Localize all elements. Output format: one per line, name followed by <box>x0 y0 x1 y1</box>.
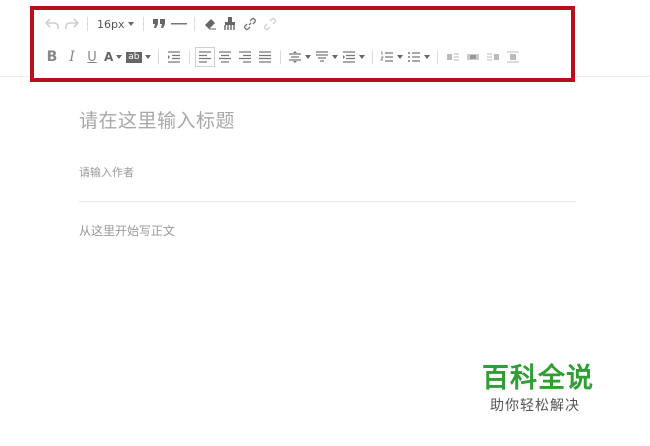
eraser-icon <box>204 19 216 30</box>
indent-icon <box>167 51 180 63</box>
toolbar-separator <box>87 17 88 31</box>
float-none-button[interactable] <box>503 47 523 67</box>
quote-button[interactable] <box>149 14 169 34</box>
toolbar-separator <box>436 50 438 64</box>
quote-icon <box>152 19 165 28</box>
body-input[interactable]: 从这里开始写正文 <box>79 222 175 239</box>
chevron-down-icon <box>358 55 365 59</box>
unordered-list-dropdown[interactable] <box>405 47 432 67</box>
float-center-icon <box>466 54 479 60</box>
float-center-button[interactable] <box>463 47 483 67</box>
unlink-button[interactable] <box>260 14 280 34</box>
background-color-icon: ab <box>126 51 142 63</box>
eraser-button[interactable] <box>200 14 220 34</box>
undo-icon <box>45 18 59 29</box>
bold-icon: B <box>46 49 58 65</box>
toolbar-separator <box>193 17 195 31</box>
editor-page: 16px B I U A ab 请在这里输入标题 请输入作者 从这里开始写正文 … <box>0 0 650 446</box>
redo-icon <box>65 18 79 29</box>
italic-icon: I <box>69 49 75 65</box>
chevron-down-icon <box>396 55 403 59</box>
align-left-icon <box>198 51 211 63</box>
paragraph-spacing-icon <box>315 51 328 62</box>
unlink-icon <box>263 17 276 31</box>
chevron-down-icon <box>423 55 430 59</box>
align-center-button[interactable] <box>215 47 235 67</box>
toolbar-separator <box>157 50 159 64</box>
watermark-subtitle: 助你轻松解决 <box>490 398 580 414</box>
editor-toolbar: 16px B I U A ab <box>30 6 575 82</box>
format-brush-button[interactable] <box>220 14 240 34</box>
ordered-list-icon <box>379 51 393 62</box>
underline-button[interactable]: U <box>82 47 102 67</box>
heading-dropdown[interactable] <box>340 47 367 67</box>
align-right-button[interactable] <box>235 47 255 67</box>
toolbar-separator <box>279 50 281 64</box>
italic-button[interactable]: I <box>62 47 82 67</box>
float-right-button[interactable] <box>483 47 503 67</box>
float-right-icon <box>486 53 499 61</box>
link-icon <box>243 17 256 31</box>
align-center-icon <box>218 51 231 63</box>
font-size-dropdown[interactable]: 16px <box>93 14 138 34</box>
float-left-icon <box>446 53 459 61</box>
author-input[interactable]: 请输入作者 <box>79 164 134 180</box>
align-justify-button[interactable] <box>255 47 275 67</box>
font-color-dropdown[interactable]: A <box>102 47 124 67</box>
underline-icon: U <box>87 49 97 65</box>
link-button[interactable] <box>240 14 260 34</box>
horizontal-rule-icon <box>170 23 187 25</box>
paragraph-spacing-dropdown[interactable] <box>313 47 340 67</box>
chevron-down-icon <box>144 55 151 59</box>
format-brush-icon <box>223 17 235 30</box>
toolbar-separator <box>142 17 144 31</box>
line-height-dropdown[interactable] <box>286 47 313 67</box>
float-left-button[interactable] <box>443 47 463 67</box>
watermark-title: 百科全说 <box>482 363 594 394</box>
horizontal-rule-button[interactable] <box>169 14 189 34</box>
background-color-dropdown[interactable]: ab <box>124 47 152 67</box>
author-divider <box>79 201 576 202</box>
font-size-value: 16px <box>97 17 125 31</box>
chevron-down-icon <box>331 55 338 59</box>
align-left-button[interactable] <box>194 47 215 67</box>
indent-button[interactable] <box>164 47 184 67</box>
unordered-list-icon <box>407 52 420 62</box>
line-height-icon <box>288 51 301 63</box>
toolbar-row-1: 16px <box>42 14 280 34</box>
redo-button[interactable] <box>62 14 82 34</box>
bold-button[interactable]: B <box>42 47 62 67</box>
chevron-down-icon <box>127 22 134 26</box>
toolbar-separator <box>188 50 190 64</box>
chevron-down-icon <box>116 55 123 59</box>
float-none-icon <box>506 51 519 63</box>
toolbar-separator <box>371 50 373 64</box>
font-color-icon: A <box>104 50 114 64</box>
title-input[interactable]: 请在这里输入标题 <box>79 106 235 133</box>
chevron-down-icon <box>304 55 311 59</box>
align-justify-icon <box>258 51 271 63</box>
undo-button[interactable] <box>42 14 62 34</box>
ordered-list-dropdown[interactable] <box>378 47 405 67</box>
heading-icon <box>342 51 355 63</box>
align-right-icon <box>238 51 251 63</box>
toolbar-row-2: B I U A ab <box>42 47 523 67</box>
